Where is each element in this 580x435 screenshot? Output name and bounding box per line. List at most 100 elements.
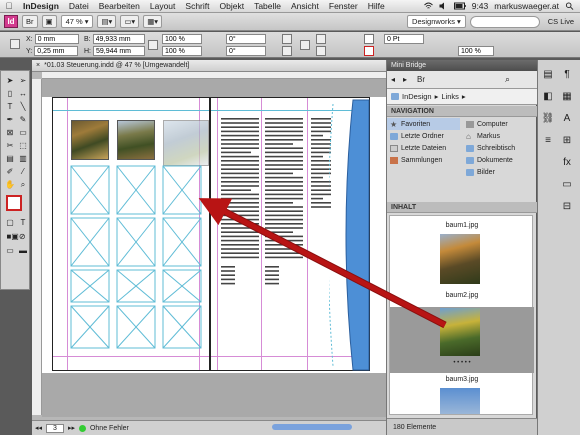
height-field[interactable] [93, 46, 145, 56]
note-tool-icon[interactable]: ✐ [4, 166, 16, 177]
empty-image-frame[interactable] [70, 217, 110, 267]
menu-bearbeiten[interactable]: Bearbeiten [94, 1, 145, 11]
document-tab[interactable]: × *01.03 Steuerung.indd @ 47 % [Umgewand… [32, 60, 386, 72]
shear-field[interactable] [226, 46, 266, 56]
arrange-documents-button[interactable]: ▦▾ [143, 15, 163, 28]
search-icon[interactable]: ⌕ [505, 74, 510, 85]
eyedropper-tool-icon[interactable]: ⁄ [17, 166, 29, 177]
reference-point-icon[interactable] [10, 39, 20, 49]
menu-tabelle[interactable]: Tabelle [249, 1, 286, 11]
fill-stroke-swatch-icon[interactable] [6, 195, 22, 211]
breadcrumb-item[interactable]: InDesign [402, 92, 432, 101]
empty-image-frame[interactable] [70, 305, 110, 349]
menu-hilfe[interactable]: Hilfe [363, 1, 390, 11]
volume-icon[interactable] [439, 2, 448, 10]
content-header[interactable]: INHALT [387, 202, 537, 213]
scale-y-field[interactable] [162, 46, 202, 56]
empty-image-frame[interactable] [162, 165, 202, 215]
bridge-button[interactable]: Br [22, 15, 38, 28]
horizontal-scrollbar[interactable] [272, 424, 352, 430]
nav-item-letzte-ordner[interactable]: Letzte Ordner [387, 130, 460, 142]
width-field[interactable] [92, 34, 145, 44]
nav-item-letzte-dateien[interactable]: Letzte Dateien [387, 142, 460, 154]
left-page[interactable] [52, 97, 210, 371]
apple-icon[interactable]:  [0, 1, 18, 11]
page-number[interactable]: 3 [46, 423, 64, 433]
gap-tool-icon[interactable]: ↔ [17, 88, 29, 99]
preview-view-icon[interactable]: ▬ [17, 245, 29, 256]
right-page[interactable] [210, 97, 370, 371]
empty-image-frame[interactable] [70, 269, 110, 303]
zoom-select[interactable]: 47 % ▾ [60, 15, 94, 28]
links-panel-icon[interactable]: ⛓ [541, 112, 555, 126]
menu-ansicht[interactable]: Ansicht [286, 1, 324, 11]
select-content-icon[interactable] [316, 46, 326, 56]
direct-selection-tool-icon[interactable]: ➢ [17, 75, 29, 86]
breadcrumb-item[interactable]: Links [441, 92, 459, 101]
back-icon[interactable]: ◂ [391, 75, 395, 84]
type-tool-icon[interactable]: T [4, 101, 16, 112]
text-wrap-panel-icon[interactable]: ⊞ [560, 134, 574, 148]
paragraph-panel-icon[interactable]: ¶ [560, 68, 574, 82]
x-field[interactable] [34, 34, 79, 44]
thumbnail-baum2[interactable] [440, 308, 480, 356]
next-page-icon[interactable]: ▸▸ [68, 424, 75, 432]
nav-item-computer[interactable]: Computer [463, 118, 536, 130]
menu-objekt[interactable]: Objekt [215, 1, 250, 11]
empty-image-frame[interactable] [116, 165, 156, 215]
horizontal-ruler[interactable] [42, 72, 386, 79]
layers-panel-icon[interactable]: ◧ [541, 90, 555, 104]
pencil-tool-icon[interactable]: ✎ [17, 114, 29, 125]
stroke-panel-icon[interactable]: ≡ [541, 134, 555, 148]
close-icon[interactable]: × [36, 62, 40, 69]
empty-image-frame[interactable] [162, 269, 202, 303]
workspace-switcher[interactable]: Designworks ▾ [407, 15, 466, 28]
fill-swatch-icon[interactable] [364, 34, 374, 44]
select-container-icon[interactable] [316, 34, 326, 44]
vertical-ruler[interactable] [32, 79, 42, 415]
forward-icon[interactable]: ▸ [403, 75, 407, 84]
menu-schrift[interactable]: Schrift [180, 1, 214, 11]
first-page-icon[interactable]: ◂◂ [35, 424, 42, 432]
constrain-proportions-icon[interactable] [148, 40, 158, 50]
pages-panel-icon[interactable]: ▤ [541, 68, 555, 82]
nav-item-markus[interactable]: ⌂ Markus [463, 130, 536, 142]
preflight-status[interactable]: Ohne Fehler [90, 425, 129, 432]
go-to-bridge-icon[interactable]: Br [417, 75, 425, 84]
stroke-weight-field[interactable] [384, 34, 424, 44]
thumbnail-rating[interactable]: • • • • • [390, 360, 534, 366]
mini-bridge-button[interactable]: ▣ [41, 15, 57, 28]
align-panel-icon[interactable]: ⊟ [560, 200, 574, 214]
nav-item-schreibtisch[interactable]: Schreibtisch [463, 142, 536, 154]
pen-tool-icon[interactable]: ✒ [4, 114, 16, 125]
apply-color-icons[interactable]: ■▣⊘ [2, 231, 30, 242]
mini-bridge-tab[interactable]: Mini Bridge [387, 60, 537, 71]
gradient-tool-icon[interactable]: ▤ [4, 153, 16, 164]
swatches-panel-icon[interactable]: ▦ [560, 90, 574, 104]
selection-tool-icon[interactable]: ➤ [4, 75, 16, 86]
normal-view-icon[interactable]: ▭ [4, 245, 16, 256]
nav-item-bilder[interactable]: Bilder [463, 166, 536, 178]
scissors-tool-icon[interactable]: ✂ [4, 140, 16, 151]
scale-x-field[interactable] [162, 34, 202, 44]
formatting-container-icon[interactable]: ▢ [4, 217, 16, 228]
stroke-opacity-field[interactable] [458, 46, 494, 56]
menu-app[interactable]: InDesign [18, 1, 64, 11]
menu-layout[interactable]: Layout [145, 1, 181, 11]
character-panel-icon[interactable]: A [560, 112, 574, 126]
pasteboard[interactable] [42, 79, 386, 417]
nav-item-favoriten[interactable]: ★ Favoriten [387, 118, 460, 130]
empty-image-frame[interactable] [162, 305, 202, 349]
empty-image-frame[interactable] [116, 269, 156, 303]
paragraph-icon[interactable] [300, 40, 310, 50]
empty-image-frame[interactable] [116, 217, 156, 267]
line-tool-icon[interactable]: ╲ [17, 101, 29, 112]
nav-item-sammlungen[interactable]: Sammlungen [387, 154, 460, 166]
rotate-field[interactable] [226, 34, 266, 44]
formatting-text-icon[interactable]: T [17, 217, 29, 228]
view-options-button[interactable]: ▤▾ [97, 15, 117, 28]
rotate-icon[interactable] [282, 34, 292, 44]
navigation-header[interactable]: NAVIGATION [387, 106, 537, 117]
thumbnail-baum3[interactable] [440, 388, 480, 414]
cs-live-button[interactable]: CS Live [548, 17, 574, 26]
